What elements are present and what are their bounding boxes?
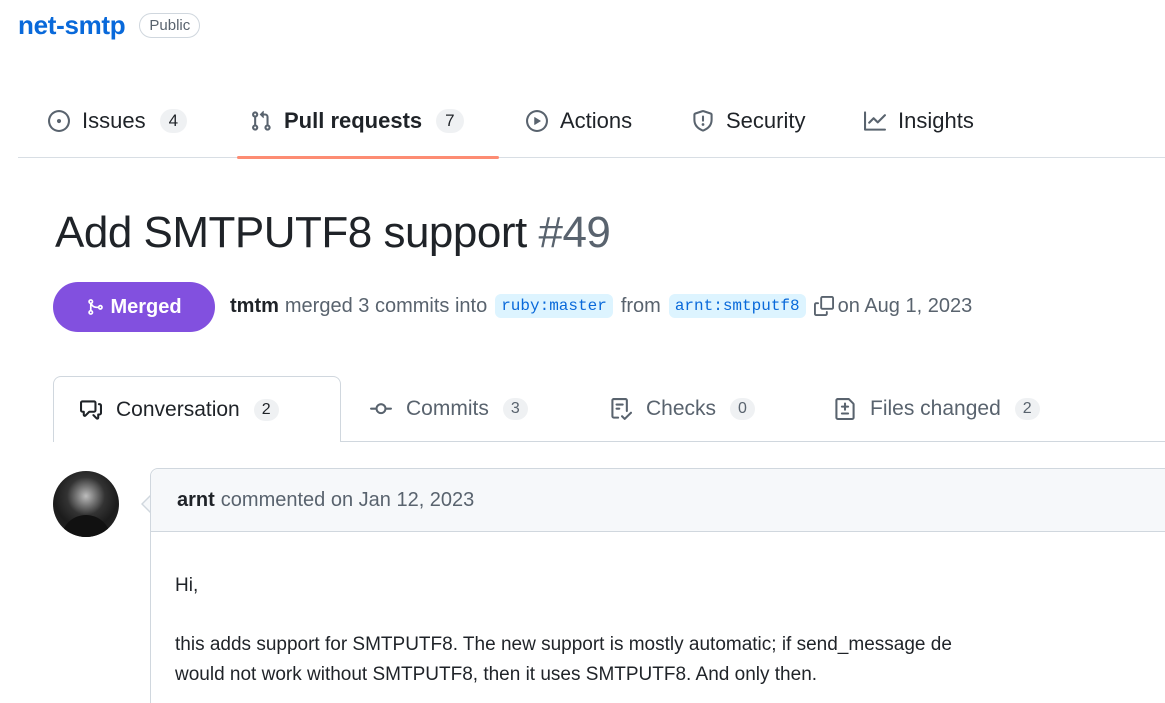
- comment-greeting: Hi,: [175, 575, 199, 596]
- tab-commits[interactable]: Commits 3: [370, 376, 528, 442]
- nav-tab-insights[interactable]: Insights: [864, 84, 974, 158]
- head-branch-link[interactable]: arnt:smtputf8: [668, 294, 806, 318]
- nav-tab-issues-count: 4: [159, 109, 188, 133]
- pr-title-text: Add SMTPUTF8 support: [55, 208, 527, 257]
- file-diff-icon: [834, 398, 856, 420]
- graph-icon: [864, 110, 886, 132]
- tab-conversation-label: Conversation: [116, 397, 240, 421]
- merged-state-badge: Merged: [53, 282, 215, 332]
- git-merge-icon: [86, 298, 104, 316]
- nav-tab-security[interactable]: Security: [692, 84, 805, 158]
- merge-date: on Aug 1, 2023: [837, 294, 973, 317]
- avatar-shoulders: [61, 515, 111, 537]
- tab-commits-label: Commits: [406, 397, 489, 420]
- issue-opened-icon: [48, 110, 70, 132]
- copy-icon[interactable]: [813, 296, 834, 316]
- comment-meta: commented on Jan 12, 2023: [220, 488, 475, 511]
- merger-username-link[interactable]: tmtm: [230, 295, 279, 318]
- pr-number: #49: [538, 208, 611, 257]
- base-branch-link[interactable]: ruby:master: [495, 294, 613, 318]
- avatar[interactable]: [53, 471, 119, 537]
- nav-tab-actions[interactable]: Actions: [526, 84, 632, 158]
- comment-box: arnt commented on Jan 12, 2023 Hi, this …: [150, 468, 1165, 703]
- nav-tab-pull-requests-label: Pull requests: [284, 108, 423, 133]
- tab-checks[interactable]: Checks 0: [610, 376, 755, 442]
- repo-name-link[interactable]: net-smtp: [18, 10, 126, 41]
- git-commit-icon: [370, 398, 392, 420]
- nav-tab-pull-requests[interactable]: Pull requests 7: [250, 84, 464, 158]
- shield-icon: [692, 110, 714, 132]
- tab-files-changed[interactable]: Files changed 2: [834, 376, 1040, 442]
- active-tab-underline: [237, 156, 499, 159]
- tab-files-changed-label: Files changed: [870, 397, 1001, 420]
- merge-summary: tmtm merged 3 commits into ruby:master f…: [230, 294, 972, 318]
- nav-tab-issues[interactable]: Issues 4: [48, 84, 188, 158]
- merged-text: merged 3 commits into: [284, 294, 488, 317]
- tab-files-changed-count: 2: [1014, 398, 1040, 420]
- tab-checks-label: Checks: [646, 397, 717, 420]
- nav-tab-issues-label: Issues: [82, 108, 146, 133]
- nav-tab-actions-label: Actions: [560, 108, 633, 133]
- comment-header: arnt commented on Jan 12, 2023: [151, 469, 1165, 532]
- repo-nav: Issues 4 Pull requests 7 Actions Securit…: [18, 84, 1165, 159]
- comment-line-1: this adds support for SMTPUTF8. The new …: [175, 634, 952, 655]
- checklist-icon: [610, 398, 632, 420]
- tab-checks-count: 0: [730, 398, 755, 420]
- repo-header: net-smtp Public: [18, 10, 201, 41]
- nav-tab-pull-requests-count: 7: [436, 109, 464, 133]
- comment-author-link[interactable]: arnt: [177, 489, 215, 512]
- visibility-badge: Public: [139, 13, 201, 38]
- tab-conversation-count: 2: [253, 398, 279, 421]
- comment-line-2: would not work without SMTPUTF8, then it…: [175, 664, 818, 685]
- comment-discussion-icon: [80, 399, 102, 421]
- pr-title: Add SMTPUTF8 support #49: [55, 208, 611, 258]
- merged-state-label: Merged: [110, 295, 182, 318]
- nav-tab-security-label: Security: [726, 108, 806, 133]
- nav-tab-insights-label: Insights: [898, 108, 974, 133]
- pr-tabs: Conversation 2 Commits 3 Checks 0 Files …: [0, 376, 1165, 442]
- tab-conversation[interactable]: Conversation 2: [53, 376, 341, 442]
- from-text: from: [620, 294, 661, 317]
- play-icon: [526, 110, 548, 132]
- git-pull-request-icon: [250, 110, 272, 132]
- tab-commits-count: 3: [502, 398, 528, 420]
